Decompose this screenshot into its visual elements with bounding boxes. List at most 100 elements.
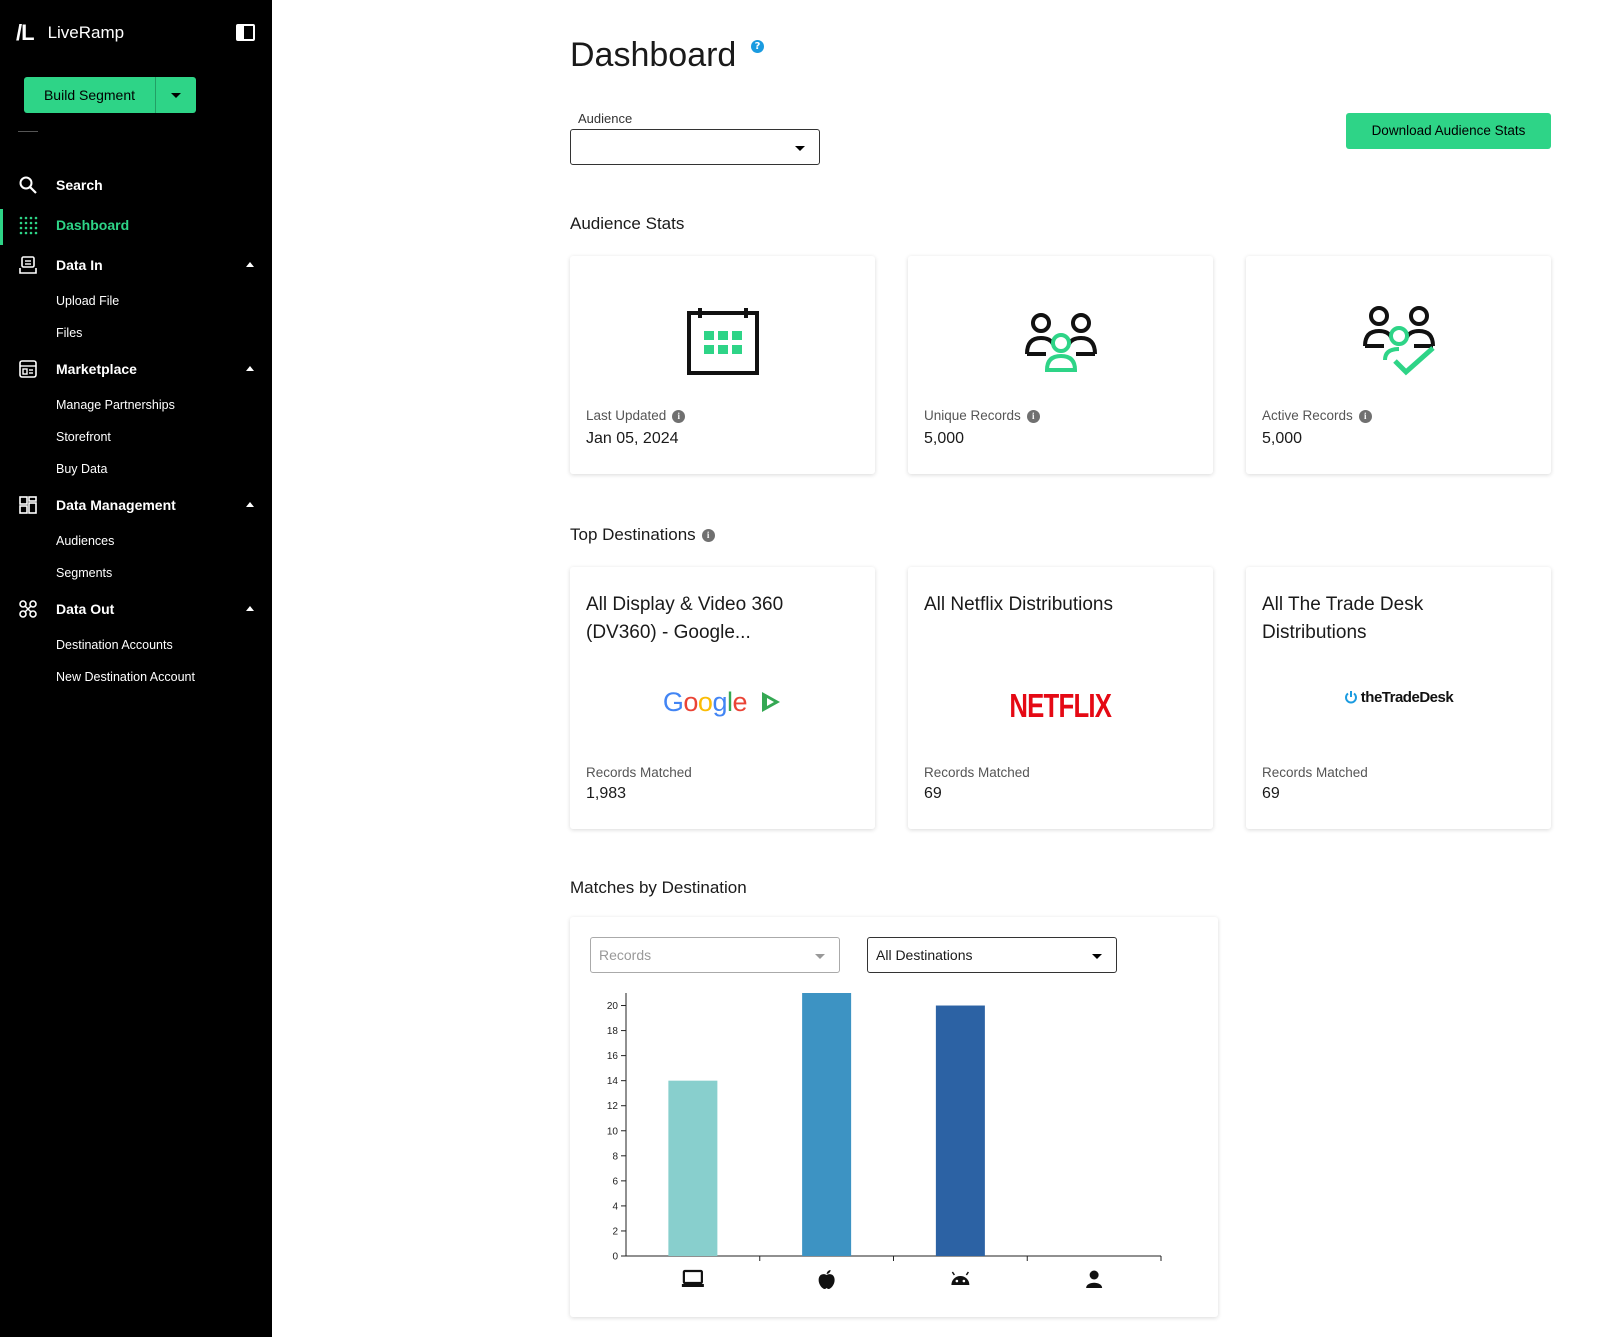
y-tick-label: 14: [607, 1076, 619, 1087]
matches-by-destination-title: Matches by Destination: [570, 878, 747, 897]
sidebar-subitem-segments[interactable]: Segments: [0, 557, 272, 589]
info-icon[interactable]: i: [672, 409, 686, 423]
records-matched-value: 69: [1262, 785, 1280, 802]
chevron-up-icon[interactable]: [246, 606, 254, 611]
destination-card-trade-desk[interactable]: All The Trade Desk Distributions theTrad…: [1246, 567, 1551, 829]
top-destinations-title: Top Destinations i: [570, 525, 715, 545]
sidebar-subitem-new-destination-account[interactable]: New Destination Account: [0, 661, 272, 693]
records-matched-value: 69: [924, 785, 942, 802]
metric-select-placeholder: Records: [599, 947, 652, 963]
y-tick-label: 0: [612, 1252, 618, 1263]
dashboard-grid-icon: [19, 216, 38, 235]
netflix-logo: NETFLIX: [1009, 687, 1113, 724]
build-segment-dropdown[interactable]: [156, 77, 196, 113]
records-matched-value: 1,983: [586, 785, 627, 802]
destination-select[interactable]: All Destinations: [867, 937, 1117, 973]
chevron-down-icon: [171, 92, 181, 98]
sidebar-subitem-buy-data[interactable]: Buy Data: [0, 453, 272, 485]
audience-label: Audience: [578, 111, 633, 126]
liveramp-logo: /L: [16, 20, 35, 45]
sidebar-item-search[interactable]: Search: [0, 165, 272, 205]
destination-name: All The Trade Desk Distributions: [1262, 594, 1424, 643]
stat-card-active-records: Active Records i 5,000: [1246, 256, 1551, 474]
sidebar-subitem-audiences[interactable]: Audiences: [0, 525, 272, 557]
download-audience-stats-button[interactable]: Download Audience Stats: [1346, 113, 1551, 149]
calendar-icon: [687, 308, 759, 375]
stat-value: 5,000: [924, 430, 965, 447]
metric-select[interactable]: Records: [590, 937, 840, 973]
chevron-down-icon: [1092, 954, 1102, 959]
records-matched-label: Records Matched: [1262, 765, 1368, 780]
stat-value: Jan 05, 2024: [586, 430, 679, 447]
brand-name: LiveRamp: [47, 23, 125, 42]
destination-name: All Display & Video 360 (DV360) - Google…: [586, 594, 784, 643]
y-tick-label: 20: [607, 1001, 619, 1012]
y-tick-label: 16: [607, 1051, 619, 1062]
google-wordmark: Google: [662, 687, 748, 717]
chevron-up-icon[interactable]: [246, 366, 254, 371]
info-icon[interactable]: i: [1026, 409, 1040, 423]
chevron-up-icon[interactable]: [246, 502, 254, 507]
destination-card-dv360[interactable]: All Display & Video 360 (DV360) - Google…: [570, 567, 875, 829]
sidebar-subitem-upload-file[interactable]: Upload File: [0, 285, 272, 317]
stat-label: Last Updated i: [586, 408, 686, 423]
sidebar-item-label: Data Management: [56, 497, 176, 513]
sidebar-item-data-management[interactable]: Data Management: [0, 485, 272, 525]
sidebar-collapse-icon[interactable]: [236, 24, 255, 41]
sidebar-subitem-destination-accounts[interactable]: Destination Accounts: [0, 629, 272, 661]
stat-card-last-updated: Last Updated i Jan 05, 2024: [570, 256, 875, 474]
bar-apple: [802, 993, 852, 1256]
y-tick-label: 18: [607, 1026, 619, 1037]
info-icon[interactable]: i: [701, 529, 715, 543]
apple-icon: [818, 1270, 835, 1289]
page-title: Dashboard: [570, 36, 737, 74]
build-segment-label[interactable]: Build Segment: [24, 77, 156, 113]
sidebar-item-label: Marketplace: [56, 361, 137, 377]
sidebar-subitem-storefront[interactable]: Storefront: [0, 421, 272, 453]
y-tick-label: 2: [612, 1226, 618, 1237]
sidebar-item-label: Data Out: [56, 601, 115, 617]
tradedesk-power-icon: [1344, 691, 1357, 704]
brand[interactable]: /L LiveRamp: [16, 20, 124, 46]
search-icon: [19, 176, 37, 194]
y-tick-label: 4: [612, 1201, 618, 1212]
marketplace-icon: [19, 360, 37, 378]
chevron-up-icon[interactable]: [246, 262, 254, 267]
sidebar-item-marketplace[interactable]: Marketplace: [0, 349, 272, 389]
audience-stats-title: Audience Stats: [570, 214, 685, 233]
bar-desktop: [668, 1080, 718, 1256]
sidebar-divider: [18, 131, 38, 132]
destination-name: All Netflix Distributions: [924, 594, 1113, 615]
data-management-icon: [19, 496, 37, 514]
users-check-icon: [1363, 306, 1435, 376]
sidebar-item-label: Search: [56, 177, 103, 193]
sidebar-item-dashboard[interactable]: Dashboard: [0, 205, 272, 245]
y-tick-label: 8: [612, 1151, 618, 1162]
records-matched-label: Records Matched: [586, 765, 692, 780]
matches-bar-chart: 0 2 4 6 8 10 12 14 16 18 20: [607, 993, 1162, 1289]
destination-select-value: All Destinations: [876, 947, 973, 963]
sidebar-subitem-manage-partnerships[interactable]: Manage Partnerships: [0, 389, 272, 421]
destination-card-netflix[interactable]: All Netflix Distributions NETFLIX Record…: [908, 567, 1213, 829]
help-icon[interactable]: ?: [751, 40, 764, 53]
sidebar-item-label: Dashboard: [56, 217, 130, 233]
sidebar-subitem-files[interactable]: Files: [0, 317, 272, 349]
sidebar-nav: Search Dashboard Data In Upload File Fil…: [0, 165, 272, 693]
users-group-icon: [1025, 313, 1097, 372]
audience-select[interactable]: [570, 129, 820, 165]
data-out-icon: [19, 600, 37, 618]
y-tick-label: 12: [607, 1101, 619, 1112]
chevron-down-icon: [815, 954, 825, 959]
android-icon: [951, 1271, 970, 1285]
build-segment-button[interactable]: Build Segment: [24, 77, 196, 113]
records-matched-label: Records Matched: [924, 765, 1030, 780]
info-icon[interactable]: i: [1358, 409, 1372, 423]
sidebar-item-data-out[interactable]: Data Out: [0, 589, 272, 629]
sidebar-item-data-in[interactable]: Data In: [0, 245, 272, 285]
y-tick-label: 10: [607, 1126, 619, 1137]
stat-label: Unique Records i: [924, 408, 1040, 423]
chevron-down-icon: [795, 146, 805, 151]
matches-chart-card: Records All Destinations 0 2 4 6 8 10 12 14 16 18…: [570, 917, 1218, 1317]
stat-label: Active Records i: [1262, 408, 1372, 423]
tradedesk-logo: theTradeDesk: [1246, 687, 1551, 706]
